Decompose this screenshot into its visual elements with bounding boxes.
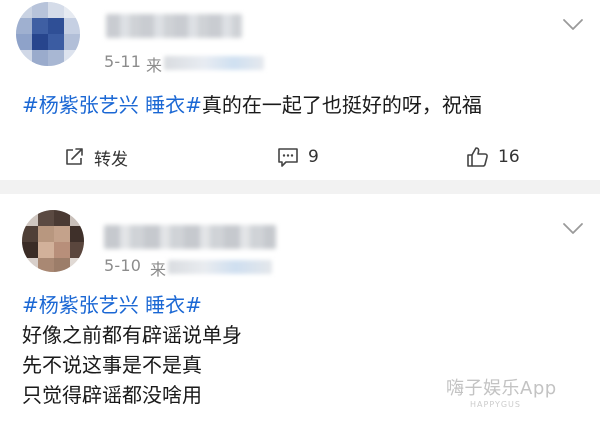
- post-text: #杨紫张艺兴 睡衣#真的在一起了也挺好的呀，祝福: [22, 90, 482, 120]
- watermark-sub: HAPPYGUS: [470, 400, 521, 409]
- avatar[interactable]: [22, 210, 84, 272]
- post-date: 5-11: [104, 52, 142, 71]
- post-text-line: 只觉得辟谣都没啥用: [22, 383, 202, 407]
- comment-count: 9: [308, 147, 319, 167]
- post-text-line: 先不说这事是不是真: [22, 353, 202, 377]
- post-divider: [0, 180, 600, 194]
- repost-label: 转发: [94, 149, 128, 170]
- source-blurred: [164, 56, 264, 70]
- chevron-down-icon[interactable]: [562, 18, 584, 32]
- topic-link[interactable]: #杨紫张艺兴 睡衣#: [22, 293, 202, 317]
- post-text-line: 好像之前都有辟谣说单身: [22, 323, 242, 347]
- username-blurred[interactable]: [106, 14, 242, 38]
- post-date: 5-10: [104, 256, 142, 275]
- share-square-icon: [66, 148, 83, 165]
- avatar[interactable]: [16, 2, 80, 66]
- source-prefix: 来: [150, 260, 167, 279]
- avatar-mosaic: [16, 2, 80, 66]
- thumbs-up-icon: [467, 147, 488, 167]
- source-prefix: 来: [146, 56, 163, 75]
- watermark-logo: 嗨子娱乐App: [446, 378, 557, 399]
- comment-button[interactable]: 9: [276, 142, 319, 172]
- like-count: 16: [498, 147, 520, 167]
- avatar-mosaic: [22, 210, 84, 272]
- post-text-line: #杨紫张艺兴 睡衣#真的在一起了也挺好的呀，祝福: [22, 90, 482, 120]
- weibo-post-1: 5-11 来 #杨紫张艺兴 睡衣#真的在一起了也挺好的呀，祝福 转发 9 16: [0, 0, 600, 180]
- comment-bubble-icon: [278, 148, 298, 167]
- action-bar: 转发 9 16: [0, 142, 600, 172]
- topic-link[interactable]: #杨紫张艺兴 睡衣#: [22, 93, 202, 117]
- post-text: #杨紫张艺兴 睡衣# 好像之前都有辟谣说单身 先不说这事是不是真 只觉得辟谣都没…: [22, 290, 242, 410]
- username-blurred[interactable]: [104, 225, 276, 249]
- like-button[interactable]: 16: [466, 142, 520, 172]
- post-text-segment: 真的在一起了也挺好的呀，祝福: [201, 93, 482, 117]
- repost-button[interactable]: 转发: [64, 142, 128, 172]
- source-blurred: [168, 260, 272, 274]
- post-text-line: #杨紫张艺兴 睡衣#: [22, 290, 242, 320]
- chevron-down-icon[interactable]: [562, 222, 584, 236]
